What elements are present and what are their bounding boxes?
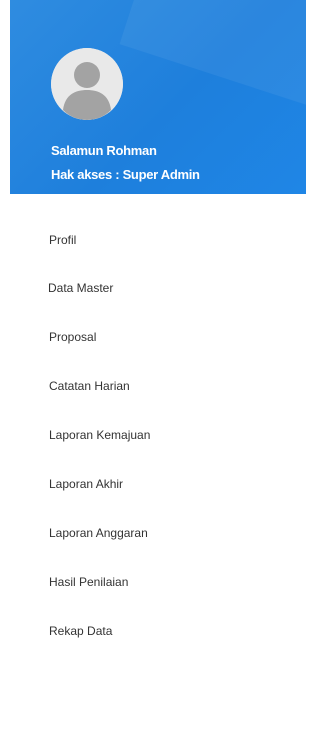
avatar-icon[interactable]	[51, 48, 123, 120]
user-name: Salamun Rohman	[51, 143, 157, 158]
sidebar-item-laporan-akhir[interactable]: Laporan Akhir	[49, 474, 123, 494]
sidebar-item-hasil-penilaian[interactable]: Hasil Penilaian	[49, 572, 128, 592]
profile-header: Salamun Rohman Hak akses : Super Admin	[10, 0, 306, 194]
header-decoration	[119, 0, 306, 110]
sidebar-item-proposal[interactable]: Proposal	[49, 327, 96, 347]
sidebar-item-rekap-data[interactable]: Rekap Data	[49, 621, 112, 641]
sidebar-item-catatan-harian[interactable]: Catatan Harian	[49, 376, 130, 396]
sidebar-item-profil[interactable]: Profil	[49, 230, 76, 250]
sidebar-item-laporan-anggaran[interactable]: Laporan Anggaran	[49, 523, 148, 543]
sidebar: Salamun Rohman Hak akses : Super Admin P…	[0, 0, 306, 740]
user-role: Hak akses : Super Admin	[51, 167, 200, 182]
sidebar-item-data-master[interactable]: Data Master	[48, 278, 113, 298]
sidebar-item-laporan-kemajuan[interactable]: Laporan Kemajuan	[49, 425, 150, 445]
